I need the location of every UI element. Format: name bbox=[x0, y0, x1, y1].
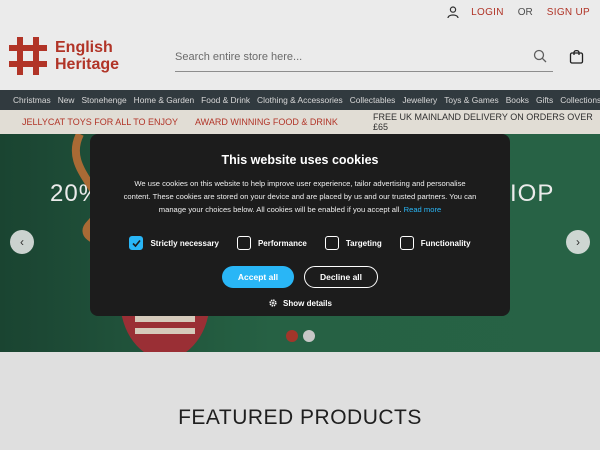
read-more-link[interactable]: Read more bbox=[404, 205, 442, 214]
functionality-label: Functionality bbox=[420, 238, 471, 248]
show-details-toggle[interactable]: Show details bbox=[90, 298, 510, 308]
performance-checkbox[interactable] bbox=[236, 236, 251, 250]
cookie-options: Strictly necessary Performance Targeting… bbox=[90, 236, 510, 250]
option-performance[interactable]: Performance bbox=[236, 236, 307, 250]
gear-icon bbox=[269, 299, 277, 307]
targeting-checkbox[interactable] bbox=[324, 236, 339, 250]
cookie-consent-modal: This website uses cookies We use cookies… bbox=[90, 134, 510, 316]
option-functionality[interactable]: Functionality bbox=[399, 236, 471, 250]
strictly-necessary-checkbox[interactable] bbox=[129, 236, 144, 250]
performance-label: Performance bbox=[257, 238, 307, 248]
functionality-checkbox[interactable] bbox=[399, 236, 414, 250]
show-details-label: Show details bbox=[283, 298, 332, 308]
targeting-label: Targeting bbox=[345, 238, 382, 248]
option-targeting[interactable]: Targeting bbox=[324, 236, 382, 250]
cookie-modal-body: We use cookies on this website to help i… bbox=[120, 177, 480, 216]
decline-all-button[interactable]: Decline all bbox=[304, 266, 378, 288]
cookie-modal-title: This website uses cookies bbox=[221, 153, 379, 167]
strictly-necessary-label: Strictly necessary bbox=[150, 238, 219, 248]
check-icon bbox=[132, 239, 141, 247]
option-strictly-necessary[interactable]: Strictly necessary bbox=[129, 236, 219, 250]
cookie-buttons: Accept all Decline all bbox=[90, 266, 510, 288]
accept-all-button[interactable]: Accept all bbox=[222, 266, 294, 288]
